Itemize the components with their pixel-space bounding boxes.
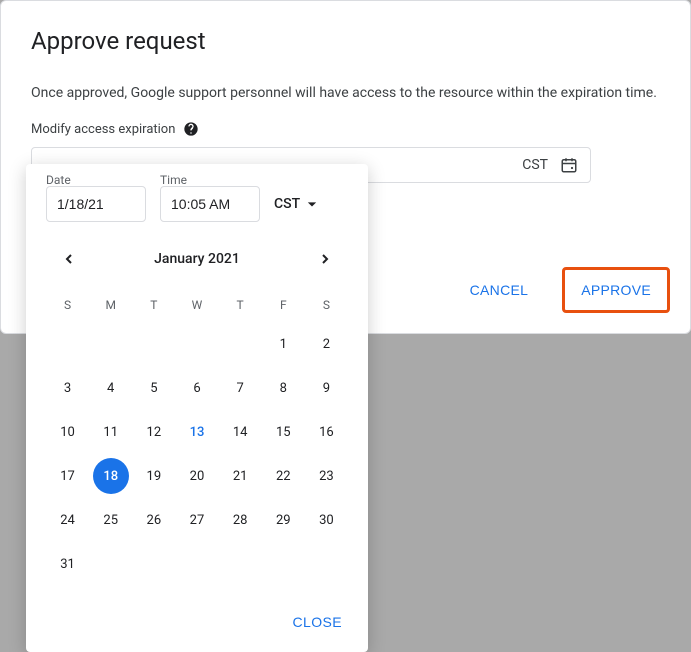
calendar-grid: SMTWTFS.....1234567891011121314151617181…: [26, 278, 368, 586]
calendar-day[interactable]: 9: [308, 370, 344, 406]
dialog-description: Once approved, Google support personnel …: [1, 55, 690, 101]
date-input[interactable]: [46, 186, 146, 222]
day-of-week-header: F: [262, 288, 305, 322]
chevron-down-icon: [302, 194, 322, 214]
calendar-day[interactable]: 24: [50, 502, 86, 538]
calendar-day[interactable]: 21: [222, 458, 258, 494]
approve-highlight: APPROVE: [562, 267, 670, 313]
calendar-day[interactable]: 8: [265, 370, 301, 406]
calendar-day[interactable]: 22: [265, 458, 301, 494]
timezone-selector[interactable]: CST: [274, 186, 322, 222]
day-of-week-header: S: [305, 288, 348, 322]
calendar-day[interactable]: 25: [93, 502, 129, 538]
calendar-day[interactable]: 17: [50, 458, 86, 494]
close-button[interactable]: CLOSE: [277, 606, 358, 638]
calendar-day[interactable]: 4: [93, 370, 129, 406]
calendar-day[interactable]: 19: [136, 458, 172, 494]
modify-expiration-label: Modify access expiration: [31, 122, 175, 137]
calendar-day[interactable]: 3: [50, 370, 86, 406]
calendar-day[interactable]: 30: [308, 502, 344, 538]
help-icon[interactable]: [183, 121, 199, 137]
dialog-title: Approve request: [1, 1, 690, 55]
calendar-day-selected[interactable]: 18: [93, 458, 129, 494]
cancel-button[interactable]: CANCEL: [456, 272, 543, 308]
calendar-day[interactable]: 23: [308, 458, 344, 494]
timezone-label: CST: [274, 196, 300, 212]
day-of-week-header: W: [175, 288, 218, 322]
time-field-wrapper: Time: [160, 174, 260, 222]
calendar-day[interactable]: 2: [308, 326, 344, 362]
calendar-day[interactable]: 12: [136, 414, 172, 450]
calendar-day[interactable]: 16: [308, 414, 344, 450]
approve-button[interactable]: APPROVE: [567, 272, 665, 308]
datetime-tz: CST: [522, 157, 548, 173]
calendar-day[interactable]: 29: [265, 502, 301, 538]
calendar-day[interactable]: 1: [265, 326, 301, 362]
calendar-day[interactable]: 14: [222, 414, 258, 450]
day-of-week-header: T: [132, 288, 175, 322]
calendar-day-today[interactable]: 13: [179, 414, 215, 450]
calendar-day[interactable]: 10: [50, 414, 86, 450]
prev-month-button[interactable]: [54, 244, 84, 274]
dialog-actions: CANCEL APPROVE: [456, 267, 670, 313]
datepicker-footer: CLOSE: [26, 592, 368, 652]
calendar-day[interactable]: 28: [222, 502, 258, 538]
day-of-week-header: S: [46, 288, 89, 322]
calendar-day[interactable]: 7: [222, 370, 258, 406]
date-field-wrapper: Date: [46, 174, 146, 222]
time-field-label: Time: [160, 173, 187, 187]
calendar-day[interactable]: 11: [93, 414, 129, 450]
next-month-button[interactable]: [310, 244, 340, 274]
chevron-right-icon: [317, 251, 333, 267]
calendar-day[interactable]: 27: [179, 502, 215, 538]
date-field-label: Date: [46, 173, 71, 187]
month-label: January 2021: [154, 251, 240, 267]
date-picker-popover: Date Time CST January 2021 SMTWTFS.....1…: [26, 164, 368, 652]
modify-expiration-row: Modify access expiration: [1, 101, 690, 137]
day-of-week-header: M: [89, 288, 132, 322]
calendar-day[interactable]: 31: [50, 546, 86, 582]
chevron-left-icon: [61, 251, 77, 267]
datepicker-inputs: Date Time CST: [26, 164, 368, 222]
calendar-day[interactable]: 20: [179, 458, 215, 494]
calendar-day[interactable]: 6: [179, 370, 215, 406]
day-of-week-header: T: [219, 288, 262, 322]
time-input[interactable]: [160, 186, 260, 222]
month-nav: January 2021: [26, 222, 368, 278]
calendar-day[interactable]: 5: [136, 370, 172, 406]
calendar-icon[interactable]: [560, 156, 578, 174]
calendar-day[interactable]: 26: [136, 502, 172, 538]
calendar-day[interactable]: 15: [265, 414, 301, 450]
